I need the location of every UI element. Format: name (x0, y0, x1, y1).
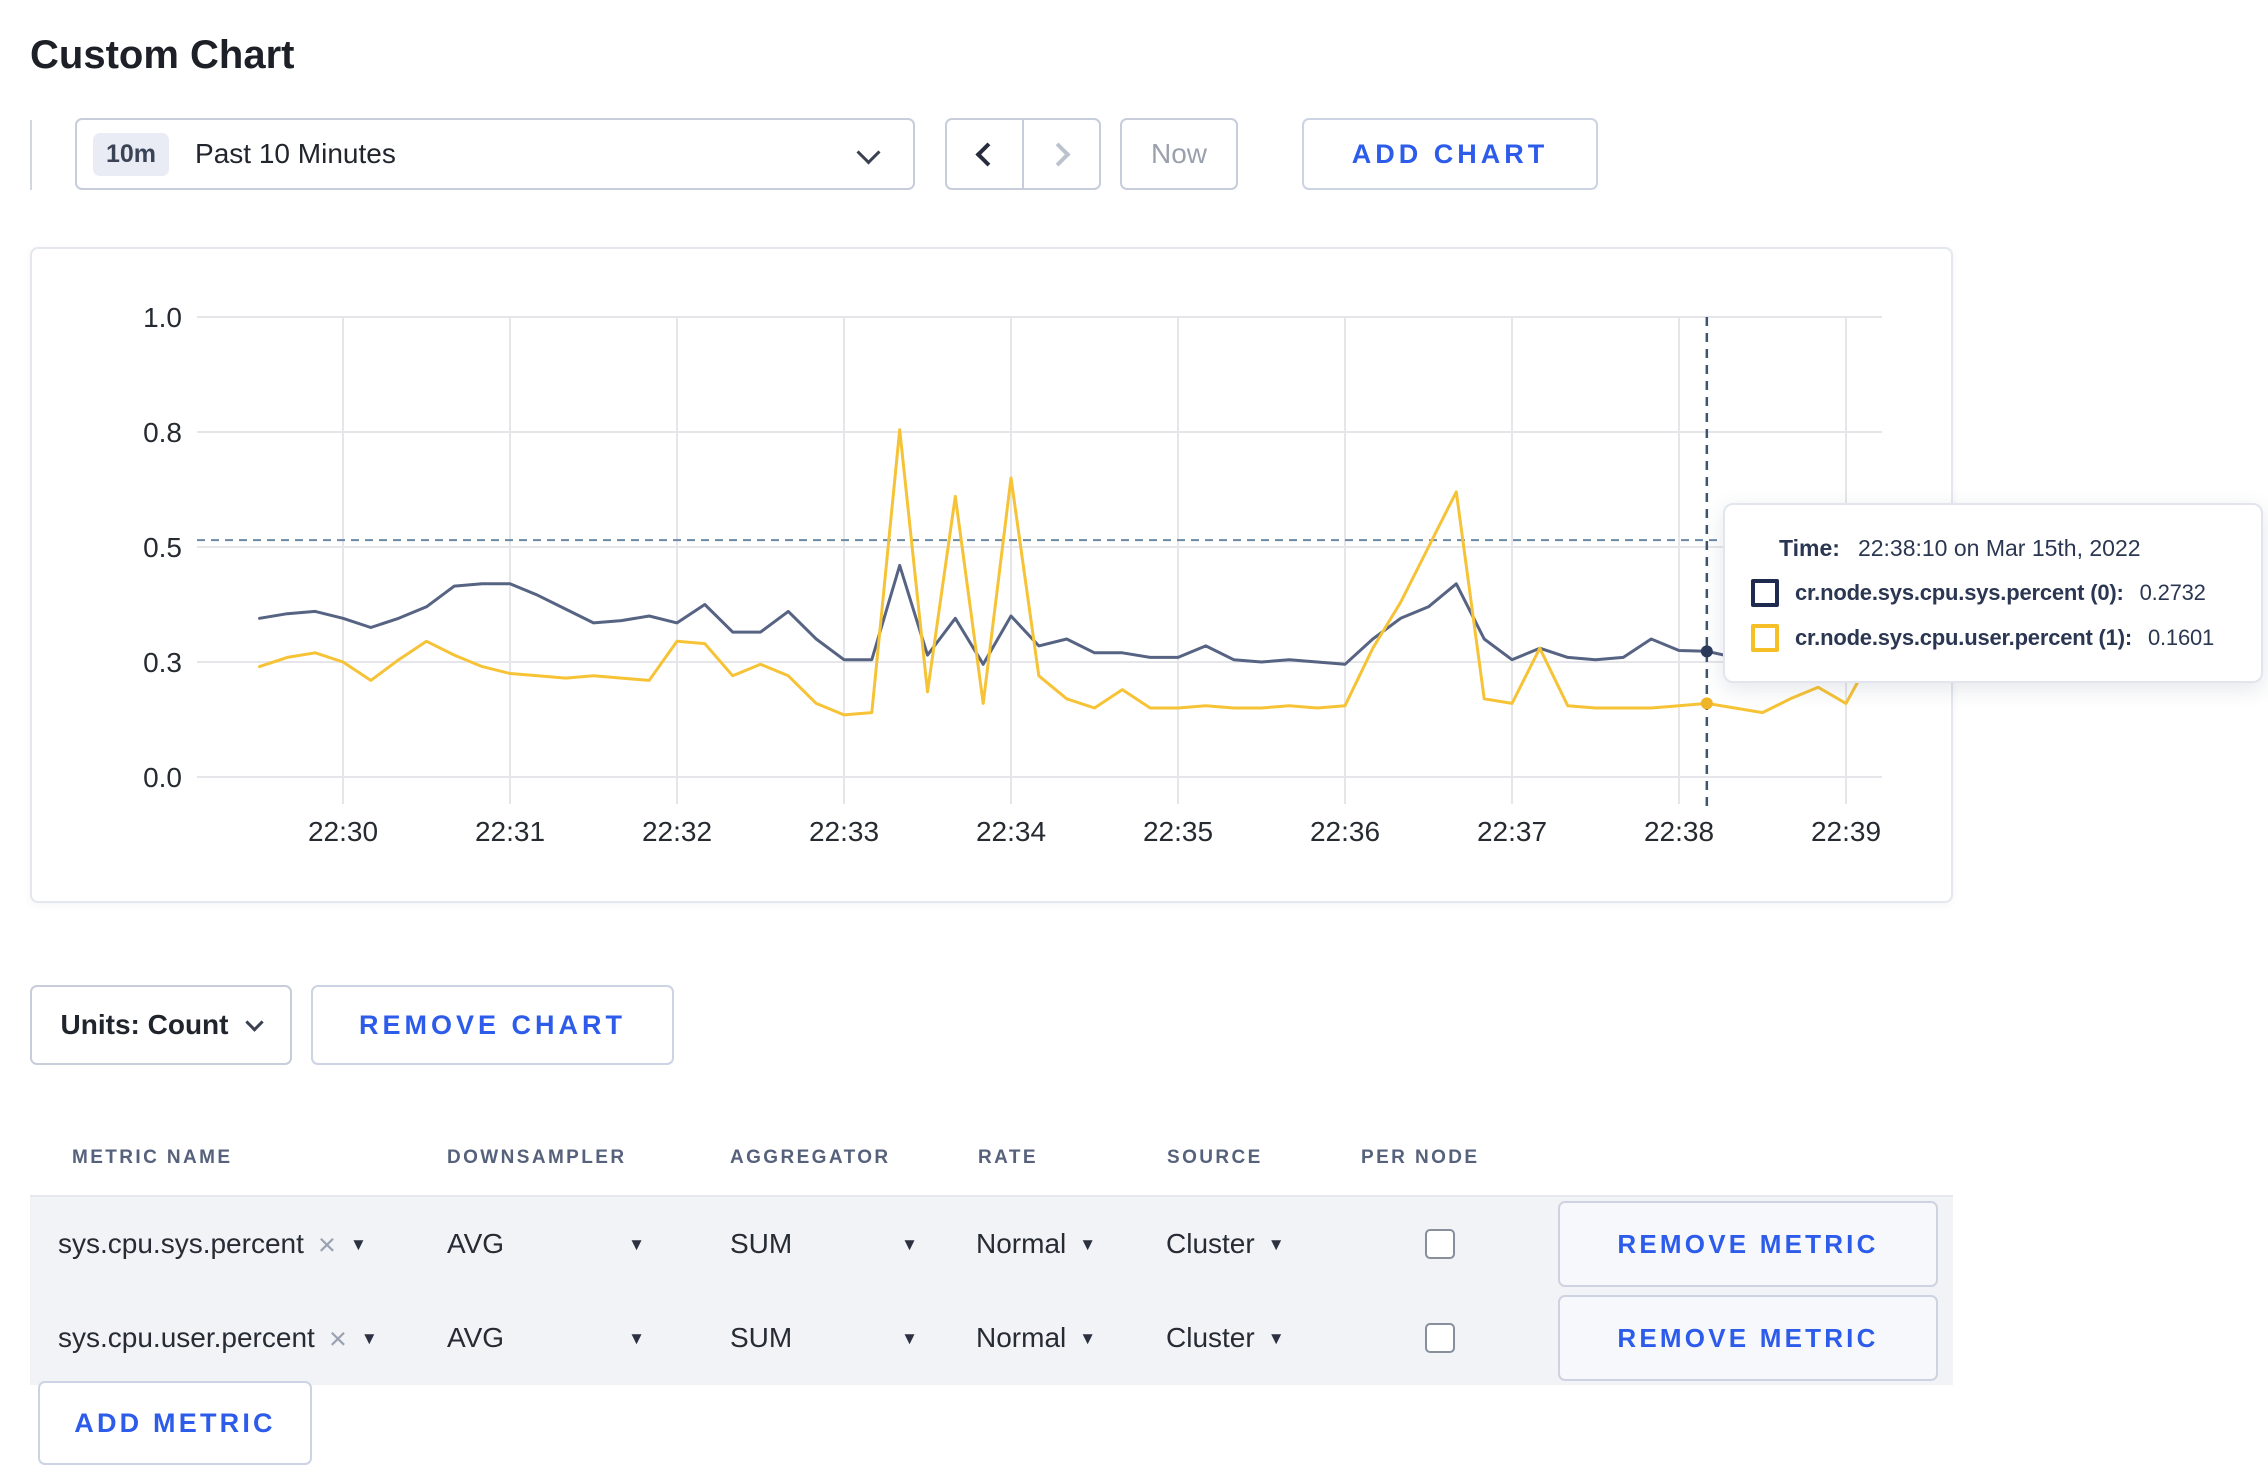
tooltip-series-label: cr.node.sys.cpu.sys.percent (0): (1795, 579, 2124, 605)
page-title: Custom Chart (30, 32, 295, 77)
per-node-checkbox[interactable] (1425, 1323, 1455, 1353)
rate-value: Normal (976, 1228, 1067, 1259)
chevron-left-icon (975, 141, 1000, 167)
chevron-down-icon (856, 140, 881, 165)
sys-series-swatch-icon (1751, 578, 1779, 607)
tooltip-time-value: 22:38:10 on Mar 15th, 2022 (1857, 534, 2141, 561)
source-value: Cluster (1166, 1228, 1255, 1259)
prev-time-button[interactable] (947, 120, 1024, 188)
column-header-aggregator: AGGREGATOR (730, 1146, 891, 1168)
metrics-chart[interactable]: 0.0 0.3 0.5 0.8 1.0 22:30 22:31 22:32 22:33 22:34… (32, 249, 1951, 901)
remove-metric-button[interactable]: REMOVE METRIC (1558, 1295, 1938, 1381)
tooltip-time: Time: 22:38:10 on Mar 15th, 2022 (1751, 535, 2247, 562)
user-series-swatch-icon (1751, 623, 1779, 652)
y-axis-tick-label: 0.0 (143, 762, 182, 793)
downsampler-value: AVG (447, 1322, 505, 1353)
column-header-source: SOURCE (1167, 1146, 1263, 1168)
clear-metric-icon[interactable]: × (318, 1229, 336, 1260)
x-axis-tick-label: 22:33 (809, 816, 879, 847)
tooltip-series-value: 0.1601 (2147, 624, 2215, 650)
add-chart-button[interactable]: ADD CHART (1302, 118, 1598, 190)
hover-point-0 (1700, 645, 1713, 658)
units-label: Units: Count (60, 1009, 229, 1040)
rate-value: Normal (976, 1322, 1067, 1353)
caret-down-icon: ▼ (360, 1328, 378, 1348)
metric-name-value: sys.cpu.sys.percent (58, 1228, 304, 1259)
x-axis-tick-label: 22:39 (1811, 816, 1881, 847)
rate-select[interactable]: Normal ▼ (976, 1322, 1096, 1354)
hover-point-1 (1700, 697, 1713, 710)
remove-chart-button[interactable]: REMOVE CHART (311, 985, 674, 1065)
aggregator-select[interactable]: SUM ▼ (730, 1322, 918, 1354)
downsampler-value: AVG (447, 1228, 505, 1259)
x-axis-tick-label: 22:30 (308, 816, 378, 847)
aggregator-value: SUM (730, 1322, 793, 1353)
caret-down-icon: ▼ (1267, 1328, 1285, 1348)
next-time-button[interactable] (1024, 120, 1099, 188)
caret-down-icon: ▼ (628, 1234, 645, 1254)
chart-tooltip: Time: 22:38:10 on Mar 15th, 2022 cr.node.… (1723, 503, 2263, 683)
aggregator-value: SUM (730, 1228, 793, 1259)
caret-down-icon: ▼ (349, 1234, 367, 1254)
table-row: sys.cpu.user.percent × ▼ AVG ▼ SUM ▼ Nor… (30, 1291, 1953, 1385)
x-axis-tick-label: 22:32 (642, 816, 712, 847)
downsampler-select[interactable]: AVG ▼ (447, 1228, 645, 1260)
y-axis-tick-label: 0.5 (143, 532, 182, 563)
chart-panel: 0.0 0.3 0.5 0.8 1.0 22:30 22:31 22:32 22:33 22:34… (30, 247, 1953, 903)
caret-down-icon: ▼ (1079, 1328, 1097, 1348)
downsampler-select[interactable]: AVG ▼ (447, 1322, 645, 1354)
metric-name-select[interactable]: sys.cpu.user.percent × ▼ (58, 1322, 378, 1354)
tooltip-series-row: cr.node.sys.cpu.user.percent (1): 0.1601 (1751, 623, 2247, 652)
y-axis-tick-label: 1.0 (143, 302, 182, 333)
metrics-table-body: sys.cpu.sys.percent × ▼ AVG ▼ SUM ▼ Norm… (30, 1197, 1953, 1385)
time-range-label: Past 10 Minutes (195, 138, 396, 169)
table-row: sys.cpu.sys.percent × ▼ AVG ▼ SUM ▼ Norm… (30, 1197, 1953, 1291)
column-header-downsampler: DOWNSAMPLER (447, 1146, 627, 1168)
metric-name-select[interactable]: sys.cpu.sys.percent × ▼ (58, 1228, 367, 1260)
chevron-down-icon (245, 1012, 265, 1032)
column-header-per-node: PER NODE (1361, 1146, 1480, 1168)
x-axis-tick-label: 22:38 (1644, 816, 1714, 847)
add-metric-button[interactable]: ADD METRIC (38, 1381, 312, 1465)
x-axis-tick-label: 22:36 (1310, 816, 1380, 847)
series-line-0 (258, 563, 1876, 666)
metrics-table-header: METRIC NAME DOWNSAMPLER AGGREGATOR RATE … (30, 1120, 1953, 1197)
chevron-right-icon (1046, 141, 1071, 167)
x-axis-tick-label: 22:37 (1477, 816, 1547, 847)
x-axis-tick-label: 22:31 (475, 816, 545, 847)
tooltip-series-row: cr.node.sys.cpu.sys.percent (0): 0.2732 (1751, 578, 2247, 607)
caret-down-icon: ▼ (901, 1328, 918, 1348)
y-axis-tick-label: 0.3 (143, 647, 182, 678)
time-range-select[interactable]: 10m Past 10 Minutes (75, 118, 915, 190)
rate-select[interactable]: Normal ▼ (976, 1228, 1096, 1260)
tooltip-time-label: Time: (1779, 534, 1840, 561)
tooltip-series-value: 0.2732 (2139, 579, 2206, 605)
caret-down-icon: ▼ (628, 1328, 645, 1348)
aggregator-select[interactable]: SUM ▼ (730, 1228, 918, 1260)
y-axis-tick-label: 0.8 (143, 417, 182, 448)
tooltip-series-label: cr.node.sys.cpu.user.percent (1): (1795, 624, 2132, 650)
caret-down-icon: ▼ (1267, 1234, 1285, 1254)
column-header-rate: RATE (978, 1146, 1038, 1168)
units-select[interactable]: Units: Count (30, 985, 292, 1065)
time-pager (945, 118, 1101, 190)
per-node-checkbox[interactable] (1425, 1229, 1455, 1259)
metric-name-value: sys.cpu.user.percent (58, 1322, 315, 1353)
caret-down-icon: ▼ (901, 1234, 918, 1254)
series-line-1 (258, 428, 1876, 717)
column-header-metric-name: METRIC NAME (72, 1146, 233, 1168)
remove-metric-button[interactable]: REMOVE METRIC (1558, 1201, 1938, 1287)
source-select[interactable]: Cluster ▼ (1166, 1228, 1285, 1260)
x-axis-tick-label: 22:34 (976, 816, 1046, 847)
time-range-badge: 10m (93, 132, 170, 176)
x-axis-tick-label: 22:35 (1143, 816, 1213, 847)
source-value: Cluster (1166, 1322, 1255, 1353)
source-select[interactable]: Cluster ▼ (1166, 1322, 1285, 1354)
clear-metric-icon[interactable]: × (329, 1323, 347, 1354)
metrics-table: METRIC NAME DOWNSAMPLER AGGREGATOR RATE … (30, 1120, 1953, 1385)
caret-down-icon: ▼ (1079, 1234, 1097, 1254)
custom-chart-page: Custom Chart 10m Past 10 Minutes Now ADD… (0, 0, 2268, 1478)
now-button[interactable]: Now (1120, 118, 1238, 190)
toolbar-divider (30, 120, 32, 190)
